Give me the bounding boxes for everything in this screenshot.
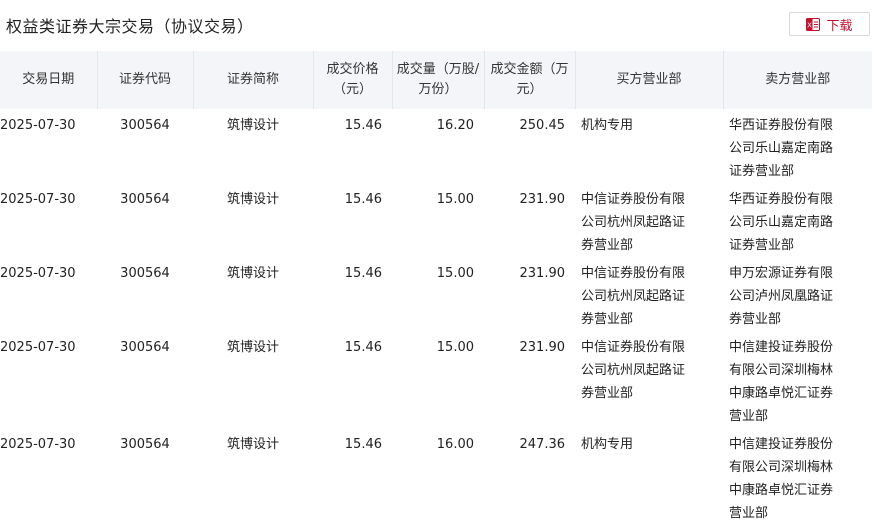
buyer-broker-text: 中信证券股份有限公司杭州凤起路证券营业部	[581, 192, 686, 253]
column-header-price: 成交价格（元）	[313, 51, 393, 109]
buyer-broker-text: 机构专用	[581, 118, 634, 133]
seller-broker-text: 申万宏源证券有限公司泸州凤凰路证券营业部	[729, 266, 834, 327]
seller-broker-text: 华西证券股份有限公司乐山嘉定南路证券营业部	[729, 118, 834, 179]
file-excel-icon: X	[806, 17, 821, 31]
table-row: 2025-07-30 300564 筑博设计 15.46 15.00 231.90 中信证券…	[0, 183, 872, 257]
cell-date: 2025-07-30	[0, 118, 76, 133]
column-header-volume: 成交量（万股/万份）	[392, 51, 485, 109]
seller-broker-text: 中信建投证券股份有限公司深圳梅林中康路卓悦汇证券营业部	[729, 340, 834, 424]
cell-date: 2025-07-30	[0, 437, 76, 452]
seller-broker-text: 中信建投证券股份有限公司深圳梅林中康路卓悦汇证券营业部	[729, 437, 834, 521]
cell-amount: 247.36	[519, 437, 566, 452]
page-title: 权益类证券大宗交易（协议交易）	[6, 17, 254, 36]
cell-code: 300564	[120, 437, 170, 452]
cell-buyer: 中信证券股份有限公司杭州凤起路证券营业部	[575, 183, 723, 257]
cell-seller: 中信建投证券股份有限公司深圳梅林中康路卓悦汇证券营业部	[723, 428, 872, 525]
cell-name: 筑博设计	[226, 340, 279, 355]
cell-code: 300564	[120, 192, 170, 207]
block-trade-table: 交易日期 证券代码 证券简称 成交价格（元） 成交量（万股/万份） 成交金额（万元） 买方营…	[0, 51, 872, 525]
buyer-broker-text: 中信证券股份有限公司杭州凤起路证券营业部	[581, 266, 686, 327]
cell-volume: 16.00	[436, 437, 474, 452]
download-button[interactable]: X 下载	[789, 12, 870, 36]
cell-name: 筑博设计	[226, 437, 279, 452]
cell-seller: 华西证券股份有限公司乐山嘉定南路证券营业部	[723, 109, 872, 183]
cell-code: 300564	[120, 266, 170, 281]
cell-volume: 16.20	[436, 118, 474, 133]
buyer-broker-text: 机构专用	[581, 437, 634, 452]
column-header-seller: 卖方营业部	[723, 51, 872, 109]
cell-date: 2025-07-30	[0, 340, 76, 355]
table-header-row: 交易日期 证券代码 证券简称 成交价格（元） 成交量（万股/万份） 成交金额（万元） 买方营…	[0, 51, 872, 109]
cell-code: 300564	[120, 118, 170, 133]
column-header-name: 证券简称	[193, 51, 314, 109]
table-row: 2025-07-30 300564 筑博设计 15.46 15.00 231.90 中信证券…	[0, 257, 872, 331]
cell-amount: 231.90	[519, 340, 566, 355]
cell-price: 15.46	[344, 118, 382, 133]
column-header-amount: 成交金额（万元）	[484, 51, 576, 109]
seller-broker-text: 华西证券股份有限公司乐山嘉定南路证券营业部	[729, 192, 834, 253]
column-header-buyer: 买方营业部	[575, 51, 724, 109]
cell-seller: 申万宏源证券有限公司泸州凤凰路证券营业部	[723, 257, 872, 331]
cell-price: 15.46	[344, 192, 382, 207]
cell-buyer: 中信证券股份有限公司杭州凤起路证券营业部	[575, 257, 723, 331]
cell-price: 15.46	[344, 340, 382, 355]
cell-amount: 231.90	[519, 266, 566, 281]
table-row: 2025-07-30 300564 筑博设计 15.46 15.00 231.90 中信证券…	[0, 331, 872, 428]
cell-amount: 231.90	[519, 192, 566, 207]
block-trade-table-container: 交易日期 证券代码 证券简称 成交价格（元） 成交量（万股/万份） 成交金额（万元） 买方营…	[0, 51, 872, 525]
cell-name: 筑博设计	[226, 266, 279, 281]
cell-date: 2025-07-30	[0, 192, 76, 207]
download-label: 下载	[826, 18, 853, 34]
cell-seller: 华西证券股份有限公司乐山嘉定南路证券营业部	[723, 183, 872, 257]
page-header: 权益类证券大宗交易（协议交易） X 下载	[0, 0, 872, 50]
cell-date: 2025-07-30	[0, 266, 76, 281]
cell-price: 15.46	[344, 437, 382, 452]
cell-buyer: 中信证券股份有限公司杭州凤起路证券营业部	[575, 331, 723, 428]
cell-buyer: 机构专用	[575, 109, 723, 183]
cell-name: 筑博设计	[226, 118, 279, 133]
cell-volume: 15.00	[436, 340, 474, 355]
svg-text:X: X	[808, 21, 813, 29]
cell-amount: 250.45	[519, 118, 566, 133]
table-row: 2025-07-30 300564 筑博设计 15.46 16.20 250.45 机构专用…	[0, 109, 872, 183]
table-row: 2025-07-30 300564 筑博设计 15.46 16.00 247.36 机构专用…	[0, 428, 872, 525]
column-header-code: 证券代码	[97, 51, 194, 109]
cell-price: 15.46	[344, 266, 382, 281]
cell-volume: 15.00	[436, 192, 474, 207]
buyer-broker-text: 中信证券股份有限公司杭州凤起路证券营业部	[581, 340, 686, 401]
cell-volume: 15.00	[436, 266, 474, 281]
column-header-date: 交易日期	[0, 51, 98, 109]
cell-seller: 中信建投证券股份有限公司深圳梅林中康路卓悦汇证券营业部	[723, 331, 872, 428]
cell-code: 300564	[120, 340, 170, 355]
cell-name: 筑博设计	[226, 192, 279, 207]
cell-buyer: 机构专用	[575, 428, 723, 525]
